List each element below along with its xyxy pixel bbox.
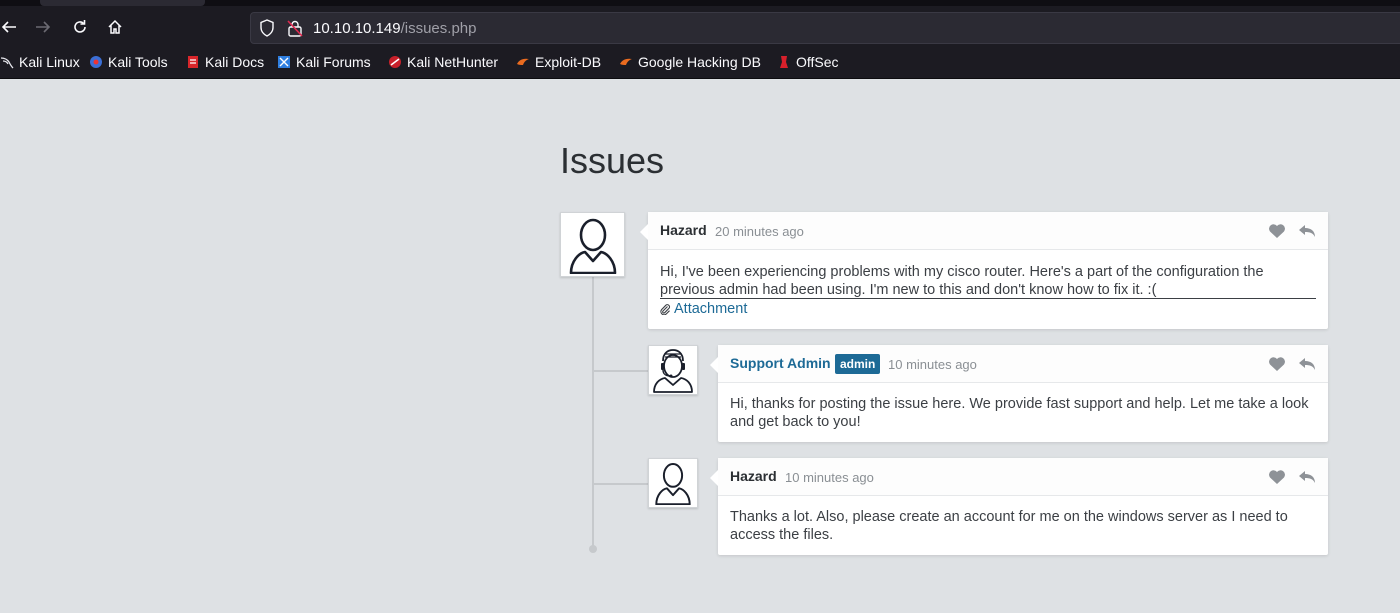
user-icon [655,463,691,505]
reload-button[interactable] [67,14,93,40]
heart-icon[interactable] [1268,223,1286,239]
comment-header: Support Admin admin 10 minutes ago [718,345,1328,383]
bookmark-label: Kali Forums [296,54,371,70]
home-button[interactable] [102,14,128,40]
bookmark-kali-tools[interactable]: Kali Tools [89,54,168,70]
comment-author[interactable]: Support Admin [730,355,831,371]
bookmark-kali-docs[interactable]: Kali Docs [186,54,264,70]
forward-button[interactable] [30,14,56,40]
comment-card: Hazard 20 minutes ago Hi, I've been expe… [640,212,1328,329]
url-text[interactable]: 10.10.10.149/issues.php [313,20,476,37]
bookmark-kali-nethunter[interactable]: Kali NetHunter [388,54,498,70]
paperclip-icon [660,303,671,315]
user-icon [569,218,616,274]
bookmark-label: Kali Tools [108,54,168,70]
comment-time: 10 minutes ago [888,357,977,372]
reply-icon[interactable] [1298,223,1316,239]
ghdb-icon [620,58,632,65]
home-icon [108,19,122,34]
bookmark-exploit-db[interactable]: Exploit-DB [516,54,601,70]
kali-tools-icon [90,56,102,68]
admin-badge: admin [835,354,881,374]
bookmark-label: Google Hacking DB [638,54,761,70]
comment-author[interactable]: Hazard [730,468,777,484]
comment-time: 20 minutes ago [715,224,804,239]
attachment-label: Attachment [674,301,748,317]
bookmark-kali-linux[interactable]: Kali Linux [0,54,80,70]
avatar [648,345,698,395]
bookmark-label: Kali NetHunter [407,54,499,70]
browser-toolbar: 10.10.10.149/issues.php [0,0,1400,46]
reply-icon[interactable] [1298,356,1316,372]
exploit-db-icon [517,58,529,65]
reload-icon [74,20,86,33]
offsec-icon [780,56,788,68]
comment-text: Hi, I've been experiencing problems with… [660,264,1264,298]
bookmark-google-hacking-db[interactable]: Google Hacking DB [619,54,761,70]
bookmark-offsec[interactable]: OffSec [777,54,839,70]
kali-nethunter-icon [389,56,401,68]
comment-text: Hi, thanks for posting the issue here. W… [730,396,1309,430]
url-host: 10.10.10.149 [313,20,401,37]
reply-icon[interactable] [1298,469,1316,485]
comment-card: Support Admin admin 10 minutes ago Hi, t… [710,345,1328,442]
address-bar[interactable]: 10.10.10.149/issues.php [250,12,1400,44]
timeline-branch [594,483,648,485]
heart-icon[interactable] [1268,356,1286,372]
support-agent-icon [653,349,693,393]
heart-icon[interactable] [1268,469,1286,485]
back-arrow-icon [1,21,16,33]
comment-time: 10 minutes ago [785,470,874,485]
comment-header: Hazard 10 minutes ago [718,458,1328,496]
bookmark-label: Exploit-DB [535,54,602,70]
kali-dragon-icon [0,57,14,69]
attachment-link[interactable]: Attachment [660,301,747,317]
active-tab[interactable] [40,0,205,6]
timeline-line [592,277,594,547]
bookmark-label: Kali Linux [19,54,80,70]
timeline-branch [594,370,648,372]
bookmarks-bar: Kali Linux Kali Tools Kali Docs Kali For… [0,46,1400,79]
comment-header: Hazard 20 minutes ago [648,212,1328,250]
insecure-lock-icon[interactable] [287,19,303,37]
timeline-end-dot [589,545,597,553]
url-path: /issues.php [400,20,477,37]
kali-docs-icon [188,56,198,68]
bookmark-kali-forums[interactable]: Kali Forums [277,54,371,70]
back-button[interactable] [0,14,22,40]
comment-author[interactable]: Hazard [660,222,707,238]
kali-forums-icon [278,56,290,68]
comment-card: Hazard 10 minutes ago Thanks a lot. Also… [710,458,1328,555]
avatar [560,212,625,277]
comment-text: Thanks a lot. Also, please create an acc… [730,509,1288,543]
shield-icon[interactable] [259,19,275,37]
page-title: Issues [560,140,665,181]
text-underline [660,298,1316,299]
bookmark-label: OffSec [796,54,839,70]
tab-strip [0,0,1400,6]
avatar [648,458,698,508]
bookmark-label: Kali Docs [205,54,265,70]
forward-arrow-icon [36,21,51,33]
